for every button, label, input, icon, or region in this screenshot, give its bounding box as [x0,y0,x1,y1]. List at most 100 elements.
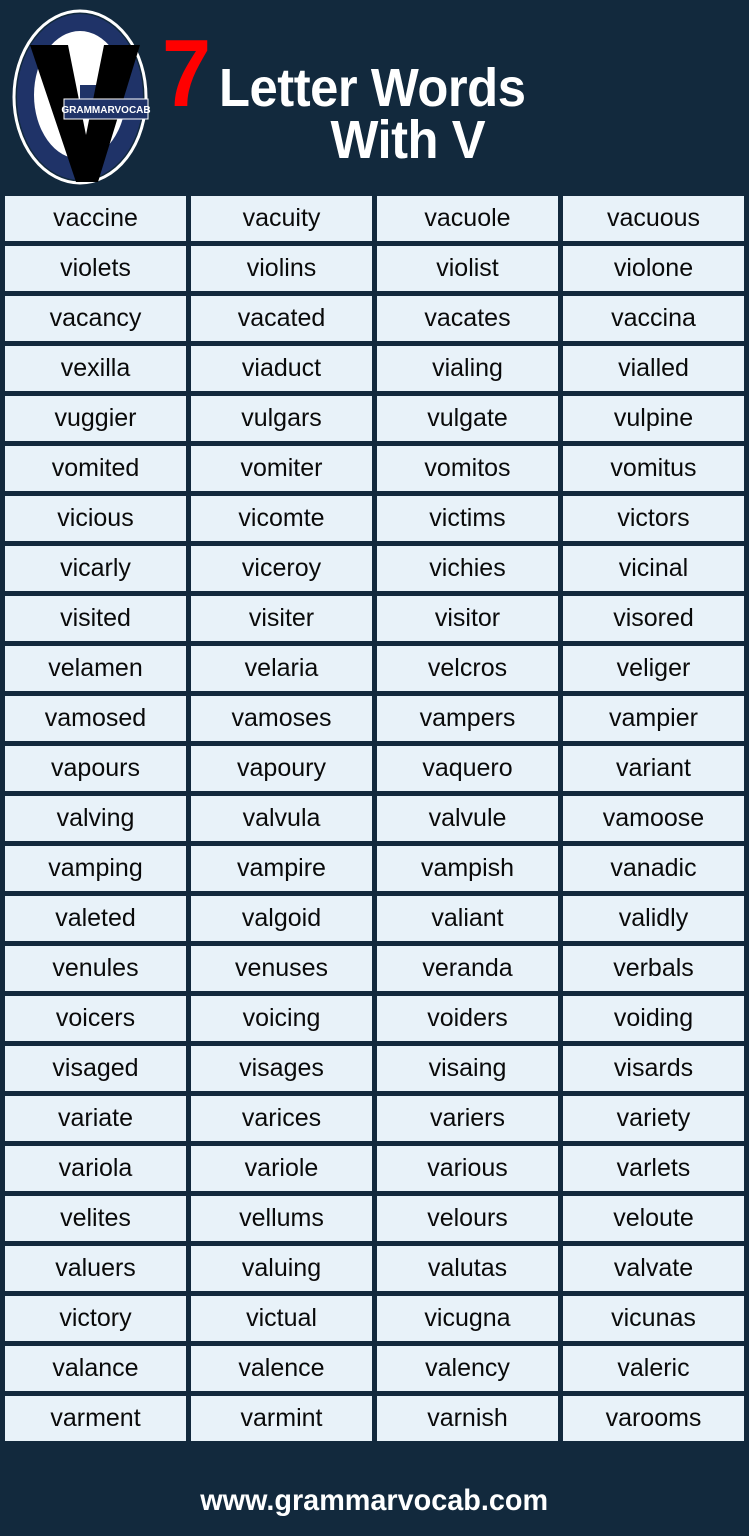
word-cell: viceroy [191,546,372,591]
word-cell: vacancy [5,296,186,341]
word-cell: vellums [191,1196,372,1241]
word-cell: valvate [563,1246,744,1291]
word-cell: vicugna [377,1296,558,1341]
word-cell: verbals [563,946,744,991]
word-cell: varnish [377,1396,558,1441]
website-url: www.grammarvocab.com [200,1484,549,1517]
word-cell: vicarly [5,546,186,591]
word-cell: victors [563,496,744,541]
word-cell: vampish [377,846,558,891]
word-cell: veliger [563,646,744,691]
word-cell: victual [191,1296,372,1341]
word-cell: visited [5,596,186,641]
word-cell: vacuity [191,196,372,241]
word-cell: voiding [563,996,744,1041]
poster-title-block: 7 Letter Words With V [162,20,749,170]
word-cell: vacated [191,296,372,341]
word-cell: venuses [191,946,372,991]
word-cell: vamoses [191,696,372,741]
word-cell: various [377,1146,558,1191]
grammarvocab-logo: GRAMMARVOCAB [8,7,160,189]
title-row-1: 7 Letter Words [162,20,545,128]
word-cell: voicing [191,996,372,1041]
word-cell: veranda [377,946,558,991]
word-cell: violins [191,246,372,291]
word-cell: vulgars [191,396,372,441]
word-cell: vicious [5,496,186,541]
word-cell: variole [191,1146,372,1191]
poster-root: GRAMMARVOCAB 7 Letter Words With V vacci… [0,0,749,1536]
word-cell: violist [377,246,558,291]
word-cell: vaccina [563,296,744,341]
word-cell: violone [563,246,744,291]
word-cell: vamosed [5,696,186,741]
word-cell: valvule [377,796,558,841]
title-line-2-text: With V [330,109,486,170]
poster-footer: www.grammarvocab.com [0,1466,749,1536]
word-cell: vomiter [191,446,372,491]
word-cell: varices [191,1096,372,1141]
word-cell: vomitus [563,446,744,491]
word-cell: variola [5,1146,186,1191]
word-cell: vacuole [377,196,558,241]
word-cell: valuers [5,1246,186,1291]
word-cell: valvula [191,796,372,841]
word-cell: valiant [377,896,558,941]
word-cell: valving [5,796,186,841]
word-cell: velaria [191,646,372,691]
word-cell: visards [563,1046,744,1091]
word-cell: variant [563,746,744,791]
word-cell: vamoose [563,796,744,841]
word-cell: valeted [5,896,186,941]
word-cell: violets [5,246,186,291]
word-cell: valance [5,1346,186,1391]
word-cell: vuggier [5,396,186,441]
logo-banner-text: GRAMMARVOCAB [61,105,150,116]
word-cell: velamen [5,646,186,691]
word-cell: vaccine [5,196,186,241]
word-cell: valutas [377,1246,558,1291]
word-cell: visored [563,596,744,641]
word-cell: vicomte [191,496,372,541]
word-cell: varooms [563,1396,744,1441]
word-cell: varment [5,1396,186,1441]
word-cell: voiders [377,996,558,1041]
word-cell: varmint [191,1396,372,1441]
word-cell: vaquero [377,746,558,791]
word-cell: valency [377,1346,558,1391]
word-cell: vanadic [563,846,744,891]
word-cell: valence [191,1346,372,1391]
word-cell: velites [5,1196,186,1241]
word-cell: varlets [563,1146,744,1191]
number-seven: 7 [162,20,211,128]
word-cell: vapours [5,746,186,791]
word-grid: vaccine vacuity vacuole vacuous violets violi… [5,196,744,1441]
word-cell: valeric [563,1346,744,1391]
word-cell: vexilla [5,346,186,391]
word-cell: vomitos [377,446,558,491]
word-cell: vampier [563,696,744,741]
word-cell: visitor [377,596,558,641]
word-cell: venules [5,946,186,991]
word-cell: visages [191,1046,372,1091]
word-cell: validly [563,896,744,941]
word-cell: vapoury [191,746,372,791]
poster-header: GRAMMARVOCAB 7 Letter Words With V [0,0,749,196]
word-cell: viaduct [191,346,372,391]
word-cell: visaged [5,1046,186,1091]
word-cell: vulpine [563,396,744,441]
word-cell: vomited [5,446,186,491]
word-cell: victims [377,496,558,541]
word-cell: valuing [191,1246,372,1291]
word-cell: vialing [377,346,558,391]
word-cell: variate [5,1096,186,1141]
title-line-1-text: Letter Words [219,58,526,119]
word-cell: voicers [5,996,186,1041]
word-cell: velours [377,1196,558,1241]
word-cell: vicunas [563,1296,744,1341]
word-cell: variers [377,1096,558,1141]
word-cell: victory [5,1296,186,1341]
word-cell: visiter [191,596,372,641]
word-cell: vialled [563,346,744,391]
word-cell: valgoid [191,896,372,941]
